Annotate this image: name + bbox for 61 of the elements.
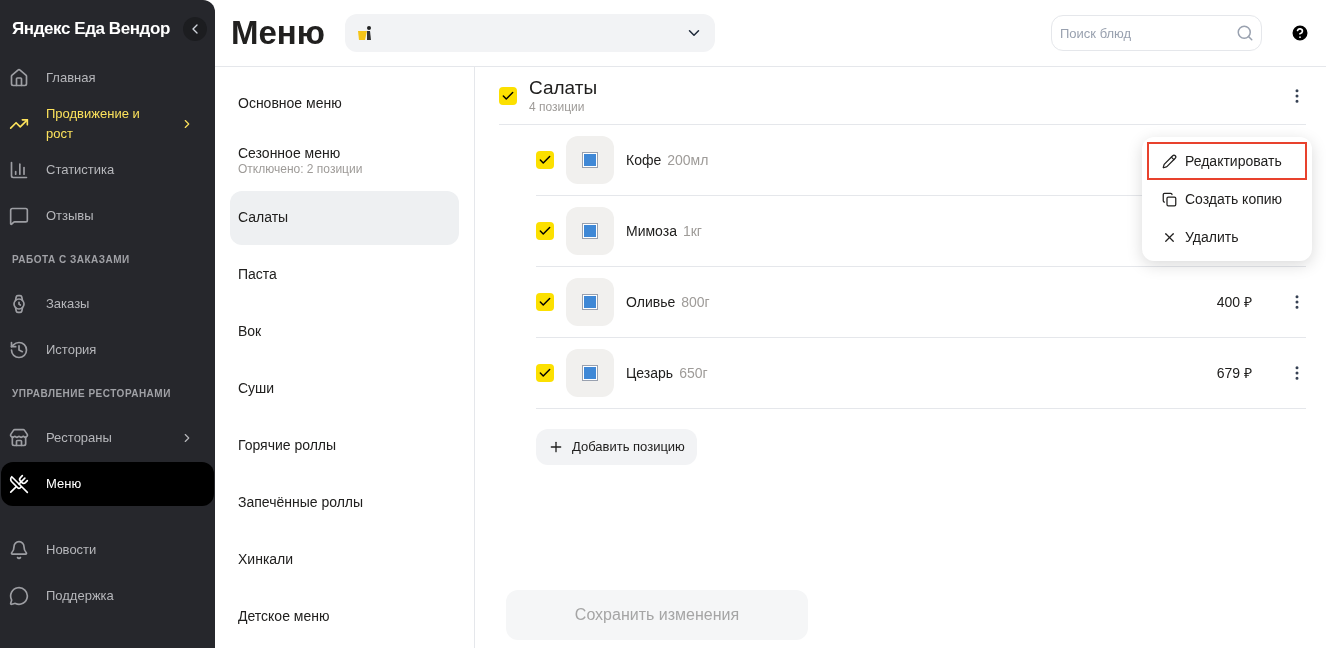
dish-name: Оливье bbox=[626, 292, 676, 312]
nav-item[interactable]: Заказы bbox=[1, 281, 214, 326]
nav-item[interactable]: Статистика bbox=[1, 147, 214, 192]
restaurant-logo-icon bbox=[356, 25, 373, 41]
nav-item[interactable]: История bbox=[1, 327, 214, 372]
pencil-icon bbox=[1162, 153, 1177, 169]
nav-item[interactable]: Поддержка bbox=[1, 573, 214, 618]
bell-icon bbox=[9, 539, 29, 560]
copy-icon bbox=[1162, 191, 1177, 207]
dish-name: Цезарь bbox=[626, 363, 674, 383]
category-note: Отключено: 2 позиции bbox=[238, 162, 364, 178]
dish-weight: 1кг bbox=[682, 221, 702, 241]
dish-price: 679 ₽ bbox=[1216, 363, 1252, 383]
history-icon bbox=[9, 339, 29, 360]
menu-item[interactable]: Редактировать bbox=[1147, 142, 1307, 180]
section-heading: РАБОТА С ЗАКАЗАМИ bbox=[11, 253, 131, 267]
section-title: Салаты bbox=[529, 76, 599, 100]
store-icon bbox=[9, 427, 29, 448]
dish-weight: 800г bbox=[681, 292, 710, 312]
add-item-button[interactable]: Добавить позицию bbox=[536, 429, 697, 465]
checkbox[interactable] bbox=[499, 86, 517, 105]
nav-item[interactable]: Рестораны bbox=[1, 415, 214, 460]
checkbox[interactable] bbox=[536, 151, 554, 169]
chat-bubble-icon bbox=[9, 205, 29, 226]
dish-price: 400 ₽ bbox=[1216, 292, 1252, 312]
missing-image-icon bbox=[583, 295, 597, 309]
check-icon bbox=[538, 366, 552, 380]
nav-item[interactable]: Главная bbox=[1, 55, 214, 100]
check-icon bbox=[538, 295, 552, 309]
missing-image-icon bbox=[583, 366, 597, 380]
dish-name: Мимоза bbox=[626, 221, 677, 241]
brand-logo[interactable]: Яндекс Еда Вендор bbox=[12, 16, 170, 42]
dish-weight: 650г bbox=[679, 363, 708, 383]
dish-weight: 200мл bbox=[667, 150, 709, 170]
checkbox[interactable] bbox=[536, 222, 554, 240]
cutlery-icon bbox=[9, 473, 29, 494]
check-icon bbox=[538, 224, 552, 238]
dish-name: Кофе bbox=[626, 150, 662, 170]
menu-item[interactable]: Удалить bbox=[1147, 218, 1307, 256]
page-title: Меню bbox=[231, 13, 325, 54]
check-icon bbox=[538, 153, 552, 167]
search-icon bbox=[1236, 24, 1254, 42]
nav-item[interactable]: Отзывы bbox=[1, 193, 214, 238]
help-icon[interactable] bbox=[1290, 23, 1310, 43]
chat-bubble-icon bbox=[9, 585, 29, 606]
section-heading: УПРАВЛЕНИЕ РЕСТОРАНАМИ bbox=[11, 387, 172, 401]
collapse-button[interactable] bbox=[183, 16, 207, 41]
category-item[interactable]: Салаты bbox=[230, 191, 459, 245]
bar-chart-icon bbox=[9, 159, 29, 180]
nav-item[interactable]: Меню bbox=[1, 461, 214, 506]
plus-icon bbox=[548, 439, 564, 455]
menu-item[interactable]: Создать копию bbox=[1147, 180, 1307, 218]
nav-item[interactable]: Новости bbox=[1, 527, 214, 572]
search-field[interactable]: Поиск блюд bbox=[1051, 15, 1262, 51]
nav-item[interactable]: Продвижение и рост bbox=[1, 101, 214, 146]
checkbox[interactable] bbox=[536, 293, 554, 311]
section-count: 4 позиции bbox=[529, 99, 586, 115]
missing-image-icon bbox=[583, 224, 597, 238]
home-icon bbox=[9, 67, 29, 88]
checkbox[interactable] bbox=[536, 364, 554, 382]
missing-image-icon bbox=[583, 153, 597, 167]
